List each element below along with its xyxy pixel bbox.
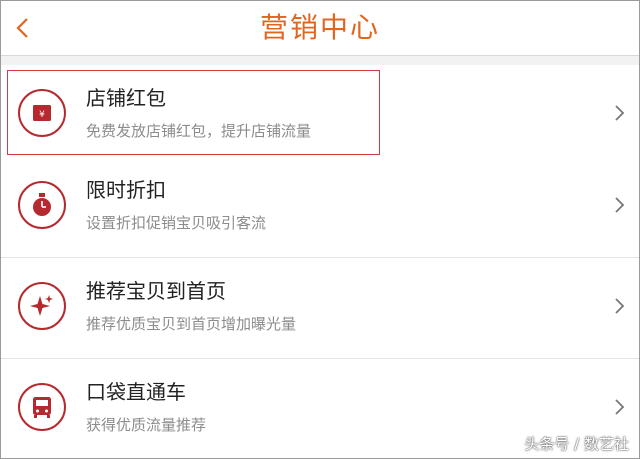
list-item-store-red-packet[interactable]: ¥ 店铺红包 免费发放店铺红包，提升店铺流量 <box>1 65 639 166</box>
chevron-right-icon <box>615 105 625 121</box>
nav-bar: 营销中心 <box>1 1 639 56</box>
item-title: 推荐宝贝到首页 <box>86 279 226 303</box>
item-title: 口袋直通车 <box>86 380 186 404</box>
page-title: 营销中心 <box>259 11 380 44</box>
item-description: 推荐优质宝贝到首页增加曝光量 <box>86 315 297 333</box>
stopwatch-icon <box>18 181 66 229</box>
watermark: 头条号 / 数艺社 <box>524 435 629 453</box>
svg-text:¥: ¥ <box>39 110 45 120</box>
list-item-limited-discount[interactable]: 限时折扣 设置折扣促销宝贝吸引客流 <box>1 157 639 258</box>
item-description: 设置折扣促销宝贝吸引客流 <box>86 214 267 232</box>
app-frame: 营销中心 ¥ 店铺红包 免费发放店铺红包，提升店铺流量 限时折扣 设置折扣促销宝… <box>0 0 640 459</box>
red-envelope-icon: ¥ <box>18 89 66 137</box>
item-description: 获得优质流量推荐 <box>86 416 207 434</box>
item-title: 店铺红包 <box>86 86 166 110</box>
list-item-recommend-to-homepage[interactable]: 推荐宝贝到首页 推荐优质宝贝到首页增加曝光量 <box>1 258 639 359</box>
chevron-right-icon <box>615 298 625 314</box>
bus-icon <box>18 383 66 431</box>
item-description: 免费发放店铺红包，提升店铺流量 <box>86 122 312 140</box>
chevron-right-icon <box>615 399 625 415</box>
sparkle-icon <box>18 282 66 330</box>
chevron-right-icon <box>615 197 625 213</box>
item-title: 限时折扣 <box>86 178 166 202</box>
